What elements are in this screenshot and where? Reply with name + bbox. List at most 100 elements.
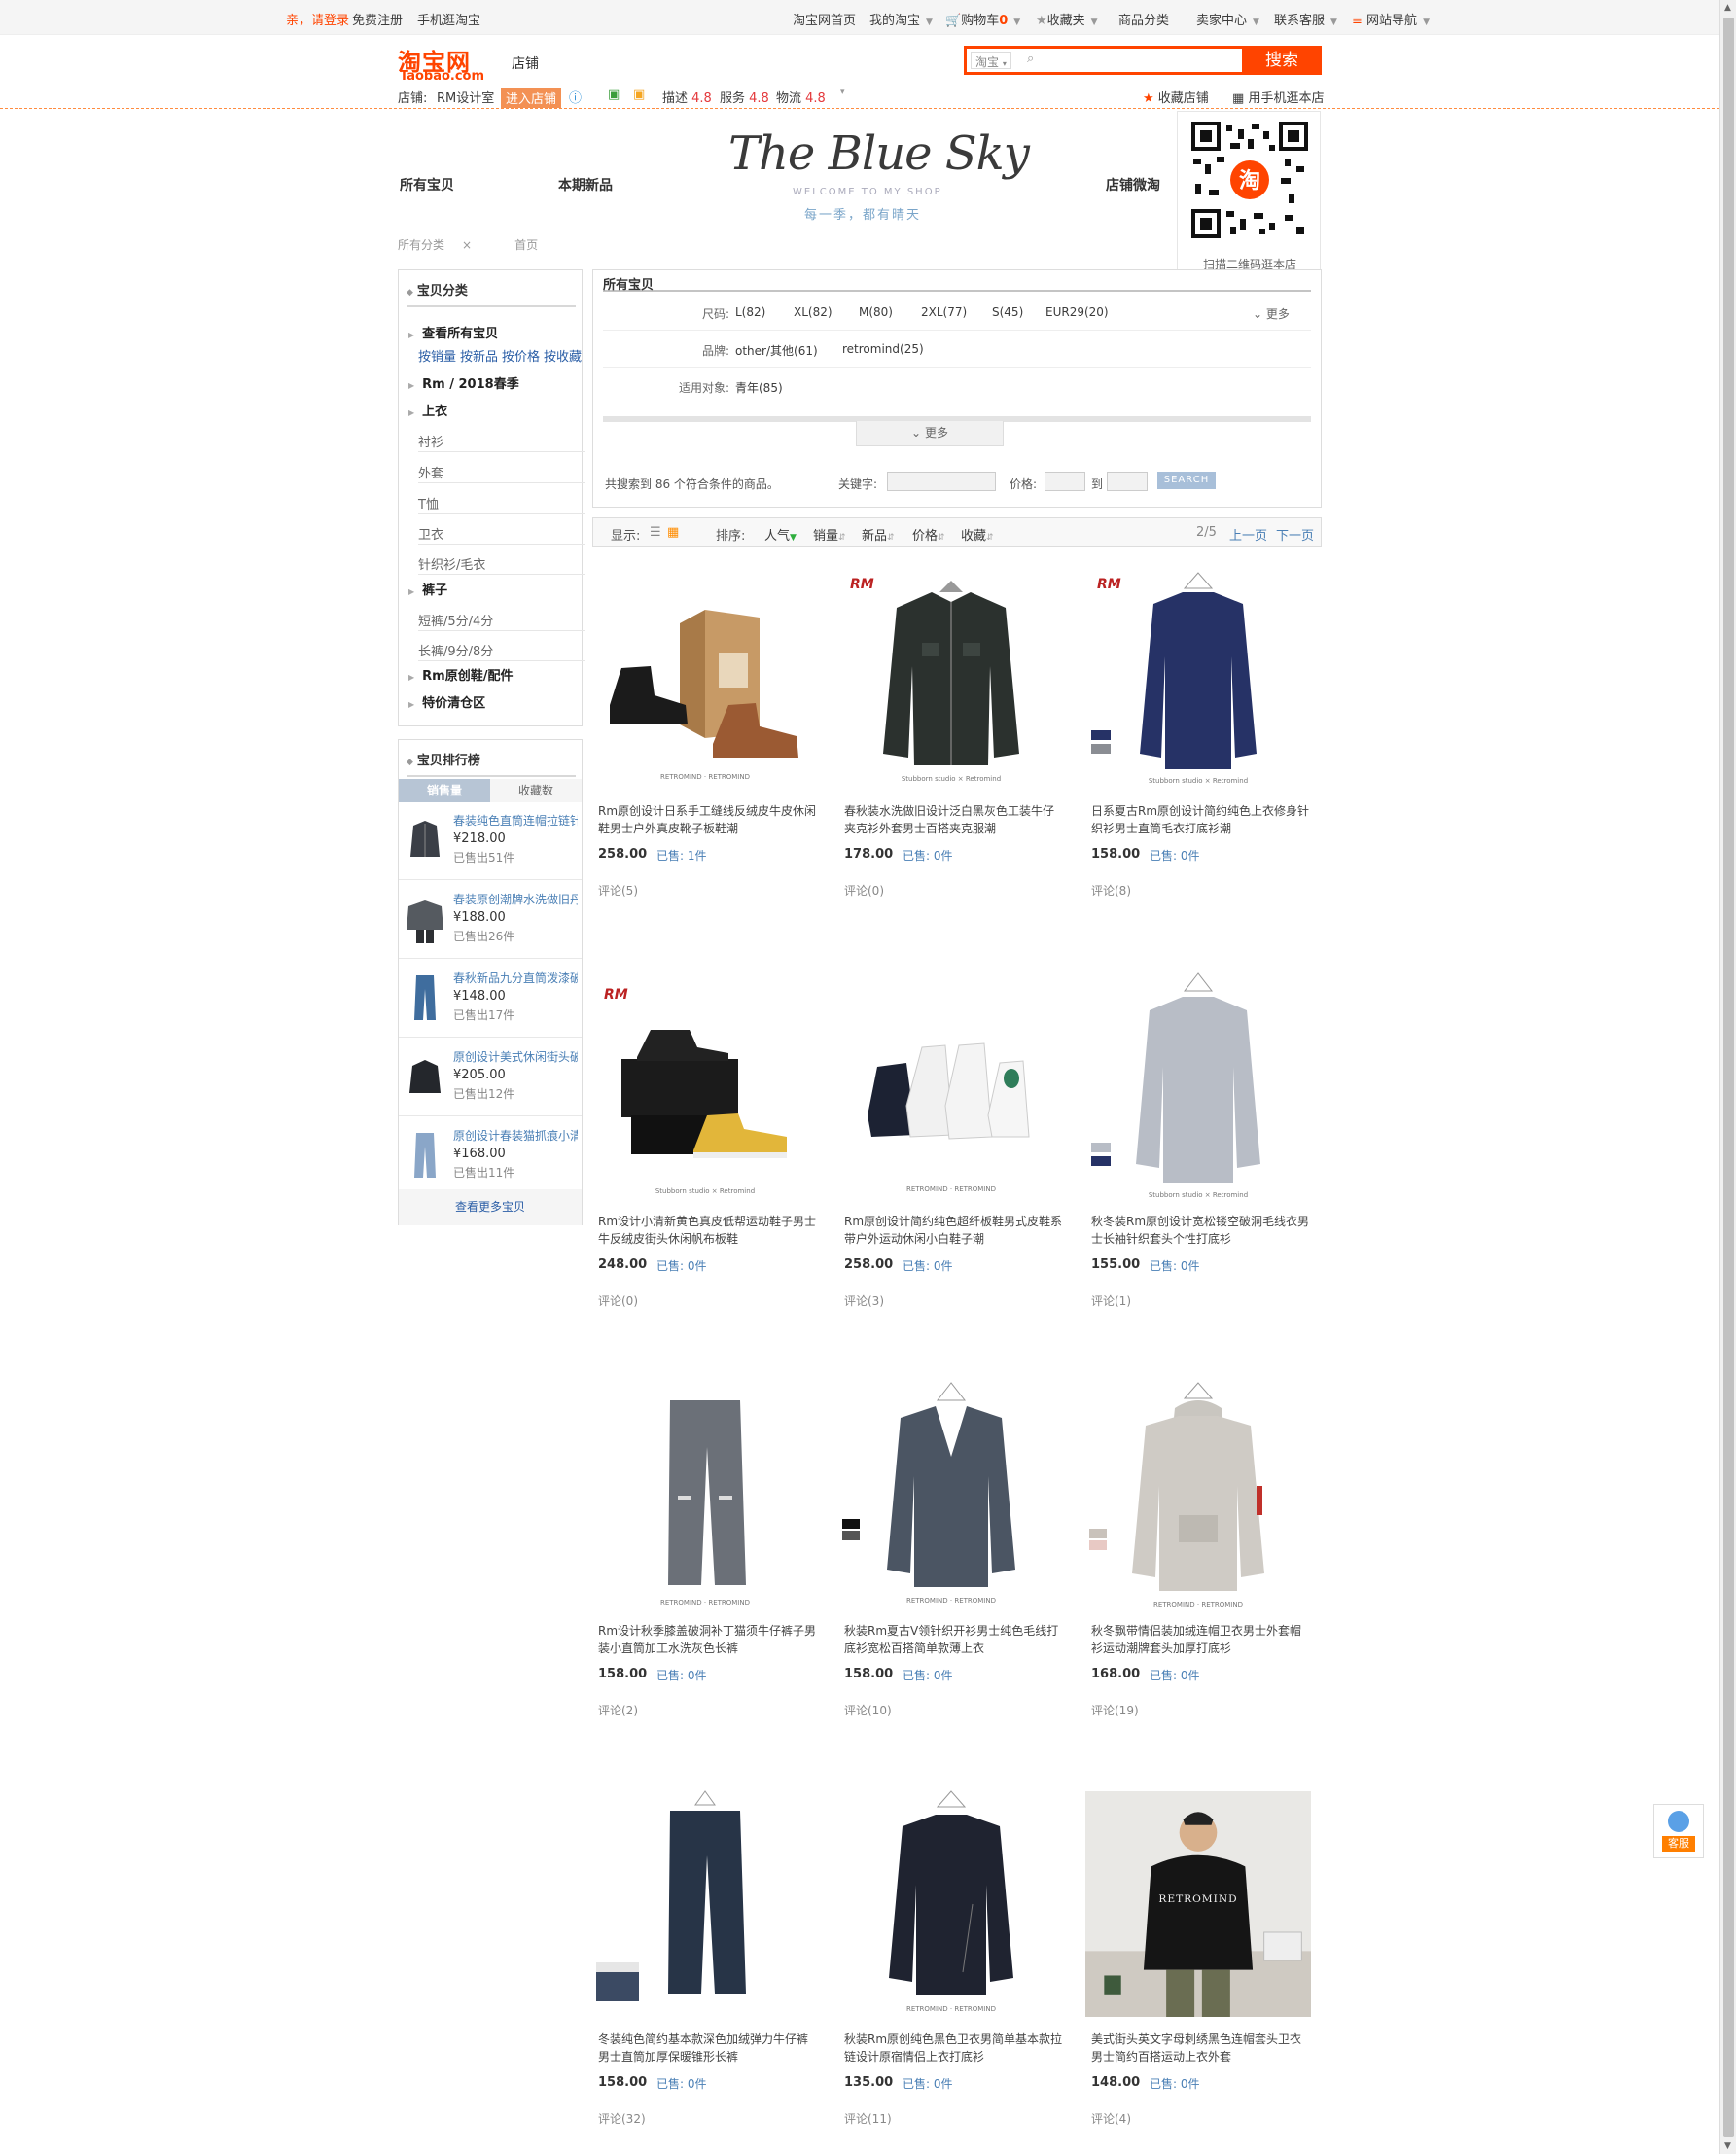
subcategory-item[interactable]: 衬衫 bbox=[418, 424, 585, 452]
size-option[interactable]: 2XL(77) bbox=[921, 305, 967, 319]
ranking-name[interactable]: 原创设计美式休闲街头破洞夹克 bbox=[453, 1048, 578, 1065]
product-image-boots[interactable]: RETROMIND · RETROMIND bbox=[592, 559, 818, 793]
mobile-taobao-link[interactable]: 手机逛淘宝 bbox=[417, 10, 480, 28]
product-name[interactable]: 日系夏古Rm原创设计简约纯色上衣修身针织衫男士直筒毛衣打底衫潮 bbox=[1091, 802, 1311, 837]
filter-more-button[interactable]: ⌄ 更多 bbox=[856, 421, 1004, 446]
ranking-name[interactable]: 原创设计春装猫抓痕小清新牛仔裤 bbox=[453, 1127, 578, 1144]
sort-price[interactable]: 价格⇵ bbox=[912, 525, 945, 544]
sort-newest[interactable]: 新品⇵ bbox=[862, 525, 895, 544]
category-item[interactable]: ▶ 特价清仓区 bbox=[408, 692, 576, 711]
search-button[interactable]: 搜索 bbox=[1242, 46, 1322, 75]
size-more-button[interactable]: ⌄ 更多 bbox=[1253, 305, 1290, 322]
product-reviews[interactable]: 评论(19) bbox=[1091, 1702, 1139, 1718]
product-name[interactable]: 秋冬飘带情侣装加绒连帽卫衣男士外套帽衫运动潮牌套头加厚打底衫 bbox=[1091, 1622, 1311, 1657]
collect-shop-link[interactable]: ★ 收藏店铺 bbox=[1143, 88, 1209, 106]
view-all-items-link[interactable]: ▶ 查看所有宝贝 bbox=[408, 323, 576, 341]
ranking-item[interactable]: 原创设计美式休闲街头破洞夹克 ¥205.00 已售出12件 bbox=[399, 1039, 582, 1116]
product-card[interactable]: RM Stubborn studio × Retromind 日系夏古Rm原创设计… bbox=[1085, 559, 1311, 948]
sort-collect[interactable]: 收藏⇵ bbox=[961, 525, 994, 544]
product-name[interactable]: Rm设计秋季膝盖破洞补丁猫须牛仔裤子男装小直筒加工水洗灰色长裤 bbox=[598, 1622, 818, 1657]
breadcrumb-all[interactable]: 所有分类 bbox=[398, 238, 444, 252]
product-name[interactable]: 秋装Rm夏古V领针织开衫男士纯色毛线打底衫宽松百搭简单款薄上衣 bbox=[844, 1622, 1064, 1657]
subcategory-item[interactable]: 针织衫/毛衣 bbox=[418, 547, 585, 575]
product-reviews[interactable]: 评论(0) bbox=[844, 882, 884, 899]
product-image-sweater-navy[interactable]: RM Stubborn studio × Retromind bbox=[1085, 559, 1311, 793]
categories-link[interactable]: 商品分类 bbox=[1118, 10, 1169, 28]
nav-weitao[interactable]: 店铺微淘 bbox=[1106, 175, 1160, 194]
product-card[interactable]: RETROMIND · RETROMIND Rm原创设计简约纯色超纤板鞋男式皮鞋… bbox=[838, 970, 1064, 1359]
product-reviews[interactable]: 评论(3) bbox=[844, 1292, 884, 1309]
prev-page-link[interactable]: 上一页 bbox=[1229, 525, 1267, 544]
size-option[interactable]: L(82) bbox=[735, 305, 765, 319]
product-name[interactable]: Rm设计小清新黄色真皮低帮运动鞋子男士牛反绒皮街头休闲帆布板鞋 bbox=[598, 1213, 818, 1248]
brand-option[interactable]: retromind(25) bbox=[842, 342, 924, 356]
brand-option[interactable]: other/其他(61) bbox=[735, 342, 818, 359]
size-option[interactable]: XL(82) bbox=[794, 305, 833, 319]
product-reviews[interactable]: 评论(4) bbox=[1091, 2110, 1131, 2127]
product-name[interactable]: 冬装纯色简约基本款深色加绒弹力牛仔裤男士直筒加厚保暖锥形长裤 bbox=[598, 2030, 818, 2066]
product-name[interactable]: 秋装Rm原创纯色黑色卫衣男简单基本款拉链设计原宿情侣上衣打底衫 bbox=[844, 2030, 1064, 2066]
product-reviews[interactable]: 评论(5) bbox=[598, 882, 638, 899]
product-image-model-hoodie[interactable]: RETROMIND bbox=[1085, 1787, 1311, 2021]
product-image-jacket[interactable]: RM Stubborn studio × Retromind bbox=[838, 559, 1064, 793]
ranking-item[interactable]: 春装原创潮牌水洗做旧丹宁外套 ¥188.00 已售出26件 bbox=[399, 881, 582, 959]
ranking-item[interactable]: 春秋新品九分直筒泼漆破洞牛仔裤 ¥148.00 已售出17件 bbox=[399, 960, 582, 1038]
page-scrollbar[interactable]: ▲ ▼ bbox=[1719, 0, 1736, 2154]
product-card[interactable]: 冬装纯色简约基本款深色加绒弹力牛仔裤男士直筒加厚保暖锥形长裤 158.00 已售… bbox=[592, 1787, 818, 2154]
subcategory-item[interactable]: 长裤/9分/8分 bbox=[418, 633, 585, 661]
product-name[interactable]: 美式街头英文字母刺绣黑色连帽套头卫衣男士简约百搭运动上衣外套 bbox=[1091, 2030, 1311, 2066]
product-image-sweater-grey[interactable]: Stubborn studio × Retromind bbox=[1085, 970, 1311, 1203]
filter-search-button[interactable]: SEARCH bbox=[1157, 472, 1216, 489]
product-reviews[interactable]: 评论(1) bbox=[1091, 1292, 1131, 1309]
ranking-more-link[interactable]: 查看更多宝贝 bbox=[399, 1189, 582, 1225]
site-nav-menu[interactable]: ≡ 网站导航 ▼ bbox=[1352, 10, 1430, 28]
product-name[interactable]: Rm原创设计日系手工缝线反绒皮牛皮休闲鞋男士户外真皮靴子板鞋潮 bbox=[598, 802, 818, 837]
subcategory-item[interactable]: T恤 bbox=[418, 486, 585, 514]
product-card[interactable]: RETROMIND · RETROMIND 秋冬飘带情侣装加绒连帽卫衣男士外套帽… bbox=[1085, 1379, 1311, 1768]
product-reviews[interactable]: 评论(2) bbox=[598, 1702, 638, 1718]
size-option[interactable]: M(80) bbox=[859, 305, 893, 319]
product-reviews[interactable]: 评论(10) bbox=[844, 1702, 892, 1718]
tab-sales[interactable]: 销售量 bbox=[399, 779, 490, 802]
category-item[interactable]: ▶ 上衣 bbox=[408, 401, 576, 419]
product-card[interactable]: RETROMIND · RETROMIND 秋装Rm原创纯色黑色卫衣男简单基本款… bbox=[838, 1787, 1064, 2154]
scroll-up-icon[interactable]: ▲ bbox=[1724, 3, 1731, 13]
category-item[interactable]: ▶ Rm / 2018春季 bbox=[408, 373, 576, 392]
search-scope-select[interactable]: 淘宝 ▾ bbox=[971, 52, 1011, 69]
ranking-item[interactable]: 原创设计春装猫抓痕小清新牛仔裤 ¥168.00 已售出11件 bbox=[399, 1117, 582, 1195]
product-reviews[interactable]: 评论(11) bbox=[844, 2110, 892, 2127]
search-input[interactable] bbox=[1045, 51, 1229, 70]
nav-new-items[interactable]: 本期新品 bbox=[558, 175, 613, 194]
product-name[interactable]: Rm原创设计简约纯色超纤板鞋男式皮鞋系带户外运动休闲小白鞋子潮 bbox=[844, 1213, 1064, 1248]
favorites-menu[interactable]: ★收藏夹 ▼ bbox=[1036, 10, 1098, 28]
my-taobao-menu[interactable]: 我的淘宝 ▼ bbox=[869, 10, 933, 28]
subcategory-item[interactable]: 卫衣 bbox=[418, 516, 585, 545]
taobao-logo[interactable]: 淘宝网 Taobao.com bbox=[398, 43, 487, 84]
cart-menu[interactable]: 🛒购物车0 ▼ bbox=[945, 10, 1020, 28]
support-menu[interactable]: 联系客服 ▼ bbox=[1274, 10, 1337, 28]
list-view-icon[interactable]: ☰ bbox=[650, 525, 661, 540]
target-option[interactable]: 青年(85) bbox=[735, 379, 783, 396]
category-item[interactable]: ▶ Rm原创鞋/配件 bbox=[408, 665, 576, 684]
product-image-hoodie-grey[interactable]: RETROMIND · RETROMIND bbox=[1085, 1379, 1311, 1612]
product-card[interactable]: RETROMIND · RETROMIND Rm设计秋季膝盖破洞补丁猫须牛仔裤子… bbox=[592, 1379, 818, 1768]
product-reviews[interactable]: 评论(32) bbox=[598, 2110, 646, 2127]
product-card[interactable]: Stubborn studio × Retromind 秋冬装Rm原创设计宽松镂… bbox=[1085, 970, 1311, 1359]
enter-shop-button[interactable]: 进入店铺 bbox=[501, 88, 562, 108]
product-image-white-sneakers[interactable]: RETROMIND · RETROMIND bbox=[838, 970, 1064, 1203]
sort-sales[interactable]: 销量⇵ bbox=[813, 525, 846, 544]
login-link[interactable]: 亲，请登录 bbox=[286, 10, 349, 28]
sort-popularity[interactable]: 人气▼ bbox=[764, 525, 797, 544]
wangwang-icon[interactable]: ⓘ bbox=[569, 88, 582, 106]
product-card[interactable]: RETROMIND 美式街头英文字母刺绣黑色连帽套头卫衣男士简约百搭运动上衣外套… bbox=[1085, 1787, 1311, 2154]
next-page-link[interactable]: 下一页 bbox=[1276, 525, 1314, 544]
size-option[interactable]: EUR29(20) bbox=[1045, 305, 1109, 319]
product-reviews[interactable]: 评论(0) bbox=[598, 1292, 638, 1309]
close-icon[interactable]: × bbox=[462, 238, 472, 252]
product-card[interactable]: RM Stubborn studio × Retromind 春秋装水洗做旧设计泛… bbox=[838, 559, 1064, 948]
register-link[interactable]: 免费注册 bbox=[352, 10, 403, 28]
breadcrumb-home[interactable]: 首页 bbox=[514, 238, 538, 252]
chevron-down-icon[interactable]: ▾ bbox=[840, 88, 845, 97]
ranking-name[interactable]: 春装原创潮牌水洗做旧丹宁外套 bbox=[453, 891, 578, 907]
scroll-down-icon[interactable]: ▼ bbox=[1724, 2141, 1731, 2151]
